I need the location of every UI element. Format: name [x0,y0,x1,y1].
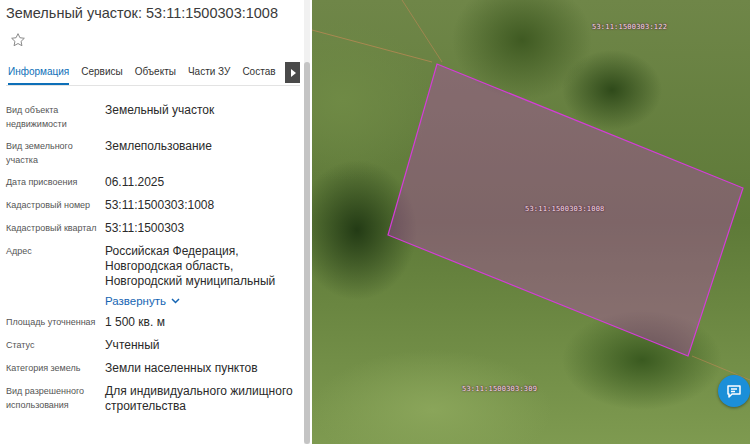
field-label: Кадастровый номер [6,198,102,213]
field-label: Вид разрешенного использования [6,384,102,414]
arrow-right-icon[interactable] [289,68,297,78]
parcel-label[interactable]: 53:11:1500303:1008 [525,205,604,213]
expand-link[interactable]: Развернуть [105,295,298,307]
field-value-cell: Российская Федерация, Новгородская облас… [105,244,298,307]
field-value: Учтенный [105,338,298,353]
field-value-cell: 06.11.2025 [105,175,298,190]
field-value-cell: Для индивидуального жилищного строительс… [105,384,298,414]
field-label: Вид земельного участка [6,139,102,167]
field-label: Кадастровый квартал [6,221,102,236]
field-label: Адрес [6,244,102,307]
scrollbar-thumb[interactable] [304,62,310,444]
field-value-cell: 1 500 кв. м [105,315,298,330]
tab-bar: Информация Сервисы Объекты Части ЗУ Состав [6,62,300,86]
field-row: Дата присвоения06.11.2025 [6,172,298,195]
field-label: Категория земель [6,361,102,376]
field-value-cell: Земельный участок [105,103,298,131]
field-value-cell: Учтенный [105,338,298,353]
field-value-cell: Землепользование [105,139,298,167]
expand-link-text[interactable]: Развернуть [105,295,166,307]
field-value: Земли населенных пунктов [105,361,298,376]
tab[interactable]: Части ЗУ [188,62,230,85]
field-value: 06.11.2025 [105,175,298,190]
chat-icon[interactable] [726,383,742,399]
tab[interactable]: Сервисы [81,62,122,85]
tabs-scroll-button[interactable] [285,62,300,83]
field-row: Вид земельного участкаЗемлепользование [6,136,298,172]
field-row: Категория земельЗемли населенных пунктов [6,358,298,381]
field-label: Площадь уточненная [6,315,102,330]
field-value-cell: 53:11:1500303 [105,221,298,236]
parcel-shape[interactable] [388,64,743,356]
field-row: Кадастровый номер53:11:1500303:1008 [6,195,298,218]
field-list: Вид объекта недвижимостиЗемельный участо… [6,86,304,419]
field-row: АдресРоссийская Федерация, Новгородская … [6,241,298,312]
tab[interactable]: Состав [242,62,275,85]
scrollbar[interactable] [304,0,310,444]
satellite-map[interactable]: 53:11:1500303:1008 53:11:1500303:122 53:11… [312,0,750,444]
tab[interactable]: Объекты [135,62,176,85]
field-value: Российская Федерация, Новгородская облас… [105,244,298,289]
field-row: Вид разрешенного использованияДля индиви… [6,381,298,419]
favorite-button[interactable] [6,21,304,54]
chat-button[interactable] [718,375,750,407]
chevron-down-icon[interactable] [171,298,180,304]
field-value: Земельный участок [105,103,298,118]
star-icon[interactable] [10,32,26,48]
info-panel: Земельный участок: 53:11:1500303:1008 Инф… [0,0,312,444]
field-row: Вид объекта недвижимостиЗемельный участо… [6,100,298,136]
panel-content: Земельный участок: 53:11:1500303:1008 Инф… [0,0,304,444]
parcel-overlay [312,0,750,444]
field-row: Площадь уточненная1 500 кв. м [6,312,298,335]
field-label: Вид объекта недвижимости [6,103,102,131]
field-value: 1 500 кв. м [105,315,298,330]
panel-title: Земельный участок: 53:11:1500303:1008 [6,0,304,21]
parcel-shape[interactable] [352,330,692,444]
field-value: Землепользование [105,139,298,154]
field-value: Для индивидуального жилищного строительс… [105,384,298,414]
parcel-shape[interactable] [552,0,750,60]
field-value-cell: Земли населенных пунктов [105,361,298,376]
parcel-label[interactable]: 53:11:1500303:122 [592,23,667,31]
field-label: Статус [6,338,102,353]
field-label: Дата присвоения [6,175,102,190]
tab[interactable]: Информация [8,62,69,85]
field-row: Кадастровый квартал53:11:1500303 [6,218,298,241]
field-row: СтатусУчтенный [6,335,298,358]
field-value: 53:11:1500303:1008 [105,198,298,213]
field-value-cell: 53:11:1500303:1008 [105,198,298,213]
tab-list: Информация Сервисы Объекты Части ЗУ Состав [6,62,285,85]
field-value: 53:11:1500303 [105,221,298,236]
parcel-label[interactable]: 53:11:1500303:309 [462,385,537,393]
